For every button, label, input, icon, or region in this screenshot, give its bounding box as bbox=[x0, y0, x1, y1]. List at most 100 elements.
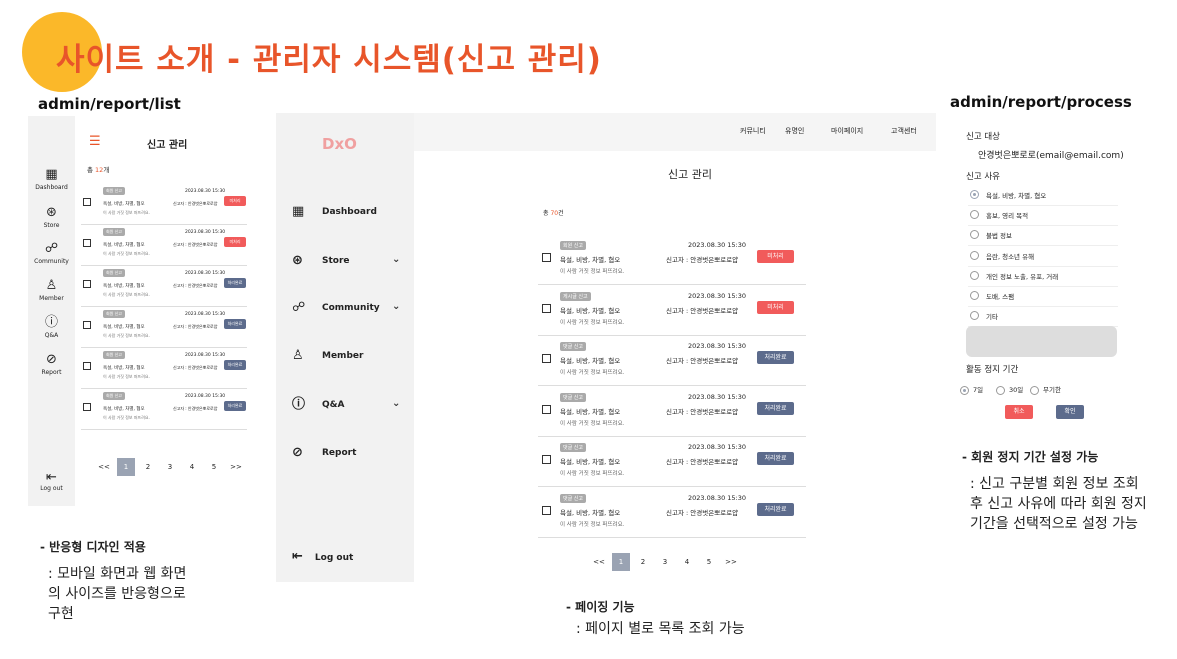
page-button[interactable]: 4 bbox=[183, 458, 201, 476]
sidebar-item-label: Community bbox=[322, 303, 380, 313]
row-checkbox[interactable] bbox=[542, 455, 551, 464]
duration-option[interactable]: 30일 bbox=[996, 384, 1023, 395]
radio-button[interactable] bbox=[1030, 385, 1039, 395]
row-checkbox[interactable] bbox=[83, 403, 91, 411]
sidebar-item-qa[interactable]: ⓘ Q&A ⌄ bbox=[292, 398, 414, 416]
mobile-nav-community[interactable]: ☍ Community bbox=[28, 242, 75, 266]
desktop-screen: DxO ▦ Dashboard ⊛ Store ⌄ ☍ Community ⌄ ♙ Member ⓘ… bbox=[276, 113, 936, 583]
status-button[interactable]: 처리완료 bbox=[224, 319, 246, 329]
reason-option[interactable]: 불법 정보 bbox=[968, 226, 1118, 247]
row-checkbox[interactable] bbox=[83, 362, 91, 370]
status-button[interactable]: 미처리 bbox=[757, 300, 794, 314]
status-button[interactable]: 미처리 bbox=[757, 250, 794, 263]
radio-button[interactable] bbox=[970, 230, 979, 240]
duration-option[interactable]: 무기한 bbox=[1030, 384, 1061, 395]
reporter: 신고자 : 안경벗은뽀로로얍 bbox=[666, 357, 739, 365]
radio-button[interactable] bbox=[970, 210, 979, 220]
radio-button[interactable] bbox=[970, 291, 979, 300]
reason-option[interactable]: 욕설, 비방, 차별, 혐오 bbox=[968, 186, 1118, 206]
logo[interactable]: DxO bbox=[322, 135, 357, 153]
report-type-tag: 게시글 신고 bbox=[560, 291, 591, 301]
reason-option[interactable]: 음란, 청소년 유해 bbox=[968, 247, 1118, 267]
page-button[interactable]: 3 bbox=[161, 458, 179, 476]
page-button[interactable]: >> bbox=[722, 553, 740, 571]
sidebar-item-member[interactable]: ♙ Member bbox=[292, 349, 414, 367]
reason-option[interactable]: 홍보, 영리 목적 bbox=[968, 206, 1118, 227]
header-menu-community[interactable]: 커뮤니티 bbox=[740, 126, 766, 136]
row-checkbox[interactable] bbox=[83, 239, 91, 247]
page-button[interactable]: 5 bbox=[205, 458, 223, 476]
page-button[interactable]: 2 bbox=[634, 553, 652, 571]
sidebar-item-label: Report bbox=[322, 448, 357, 458]
row-checkbox[interactable] bbox=[542, 404, 551, 414]
hamburger-icon[interactable]: ☰ bbox=[89, 134, 101, 149]
row-checkbox[interactable] bbox=[83, 321, 91, 329]
mobile-nav-dashboard[interactable]: ▦ Dashboard bbox=[28, 168, 75, 192]
mobile-screen: ▦ Dashboard ⊛ Store ☍ Community ♙ Member ⓘ Q&… bbox=[28, 116, 250, 506]
status-button[interactable]: 처리완료 bbox=[757, 502, 794, 516]
radio-button[interactable] bbox=[970, 250, 979, 260]
duration-label: 활동 정지 기간 bbox=[966, 365, 1019, 375]
row-checkbox[interactable] bbox=[83, 198, 91, 206]
header-menu-support[interactable]: 고객센터 bbox=[891, 126, 917, 136]
page-button[interactable]: 5 bbox=[700, 553, 718, 571]
row-checkbox[interactable] bbox=[83, 280, 91, 288]
page-button[interactable]: 1 bbox=[612, 553, 630, 571]
reason-option-label: 개인 정보 노출, 유포, 거래 bbox=[986, 272, 1059, 281]
slide-title: 사이트 소개 - 관리자 시스템(신고 관리) bbox=[56, 42, 602, 78]
chevron-down-icon[interactable]: ⌄ bbox=[392, 301, 400, 312]
radio-button[interactable] bbox=[970, 190, 979, 199]
page-button[interactable]: 3 bbox=[656, 553, 674, 571]
status-button[interactable]: 처리완료 bbox=[757, 452, 794, 465]
reason-option[interactable]: 기타 bbox=[968, 307, 1118, 328]
status-button[interactable]: 미처리 bbox=[224, 196, 246, 206]
row-checkbox[interactable] bbox=[542, 505, 551, 515]
cancel-button[interactable]: 취소 bbox=[1005, 405, 1033, 419]
row-checkbox[interactable] bbox=[542, 354, 551, 363]
mobile-nav-member[interactable]: ♙ Member bbox=[28, 279, 75, 303]
radio-button[interactable] bbox=[970, 270, 979, 280]
header-menu-celebrity[interactable]: 유명인 bbox=[785, 126, 804, 136]
status-button[interactable]: 처리완료 bbox=[224, 278, 246, 288]
page-button[interactable]: << bbox=[590, 553, 608, 571]
report-type-tag: 회원 신고 bbox=[103, 269, 125, 277]
status-button[interactable]: 처리완료 bbox=[224, 401, 246, 411]
sidebar-item-store[interactable]: ⊛ Store ⌄ bbox=[292, 254, 414, 272]
logout-icon: ⇤ bbox=[46, 470, 57, 485]
reason-option[interactable]: 개인 정보 노출, 유포, 거래 bbox=[968, 267, 1118, 287]
list-item: 회원 신고 욕설, 비방, 차별, 혐오 이 사람 거짓 정보 퍼뜨려요. 2023.… bbox=[81, 307, 247, 348]
status-button[interactable]: 처리완료 bbox=[757, 351, 794, 364]
page-button[interactable]: << bbox=[95, 458, 113, 476]
row-checkbox[interactable] bbox=[542, 303, 551, 313]
page-button[interactable]: 4 bbox=[678, 553, 696, 571]
status-button[interactable]: 처리완료 bbox=[224, 360, 246, 370]
mobile-nav-store[interactable]: ⊛ Store bbox=[28, 206, 75, 230]
duration-option[interactable]: 7일 bbox=[960, 384, 983, 395]
page-button[interactable]: 1 bbox=[117, 458, 135, 476]
status-button[interactable]: 처리완료 bbox=[757, 401, 794, 415]
page-button[interactable]: 2 bbox=[139, 458, 157, 476]
reason-option[interactable]: 도배, 스팸 bbox=[968, 287, 1118, 307]
radio-button[interactable] bbox=[960, 385, 969, 395]
sidebar-item-label: Member bbox=[322, 351, 364, 361]
page-button[interactable]: >> bbox=[227, 458, 245, 476]
status-button[interactable]: 미처리 bbox=[224, 237, 246, 247]
reason-detail-textarea[interactable] bbox=[966, 326, 1117, 357]
chevron-down-icon[interactable]: ⌄ bbox=[392, 398, 400, 409]
report-description: 이 사람 거짓 정보 퍼뜨려요. bbox=[560, 269, 625, 275]
sidebar-item-dashboard[interactable]: ▦ Dashboard bbox=[292, 205, 414, 223]
desktop-logout[interactable]: ⇤ Log out bbox=[292, 549, 353, 564]
mobile-nav-qa[interactable]: ⓘ Q&A bbox=[28, 316, 75, 340]
radio-button[interactable] bbox=[996, 385, 1005, 395]
sidebar-item-report[interactable]: ⊘ Report bbox=[292, 446, 414, 464]
reporter: 신고자 : 안경벗은뽀로로얍 bbox=[173, 242, 218, 247]
chevron-down-icon[interactable]: ⌄ bbox=[392, 254, 400, 265]
header-menu-mypage[interactable]: 마이페이지 bbox=[831, 126, 863, 136]
sidebar-item-community[interactable]: ☍ Community ⌄ bbox=[292, 301, 414, 319]
confirm-button[interactable]: 확인 bbox=[1056, 405, 1084, 419]
radio-button[interactable] bbox=[970, 311, 979, 321]
mobile-logout[interactable]: ⇤ Log out bbox=[28, 470, 75, 492]
mobile-nav-report[interactable]: ⊘ Report bbox=[28, 353, 75, 377]
list-item: 회원 신고 욕설, 비방, 차별, 혐오 이 사람 거짓 정보 퍼뜨려요. 2023.… bbox=[81, 348, 247, 389]
row-checkbox[interactable] bbox=[542, 253, 551, 262]
